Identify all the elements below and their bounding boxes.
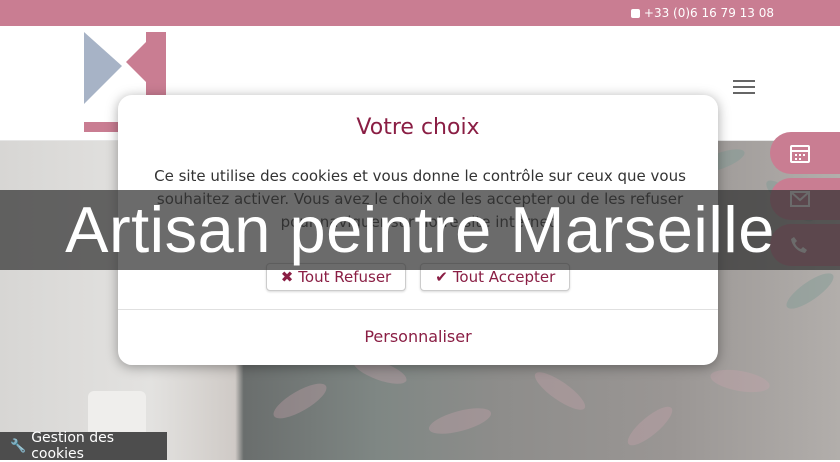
phone-number: +33 (0)6 16 79 13 08	[643, 6, 774, 20]
wrench-icon: 🔧	[10, 438, 27, 454]
page-title: Artisan peintre Marseille	[65, 193, 775, 266]
phone-link[interactable]: +33 (0)6 16 79 13 08	[630, 0, 774, 26]
dialog-title: Votre choix	[356, 115, 480, 140]
calendar-icon	[790, 145, 810, 163]
divider	[118, 309, 718, 310]
phone-square-icon	[630, 8, 640, 18]
customize-link[interactable]: Personnaliser	[118, 327, 718, 346]
check-icon: ✔	[435, 268, 448, 286]
cookie-settings-tab[interactable]: 🔧 Gestion des cookies	[0, 430, 167, 462]
refuse-all-label: Tout Refuser	[298, 268, 392, 286]
accept-all-label: Tout Accepter	[452, 268, 556, 286]
close-icon: ✖	[280, 268, 294, 286]
cookie-settings-label: Gestion des cookies	[31, 430, 115, 462]
hamburger-icon[interactable]	[733, 80, 755, 96]
calendar-button[interactable]	[770, 132, 840, 174]
top-bar: +33 (0)6 16 79 13 08	[0, 0, 840, 26]
